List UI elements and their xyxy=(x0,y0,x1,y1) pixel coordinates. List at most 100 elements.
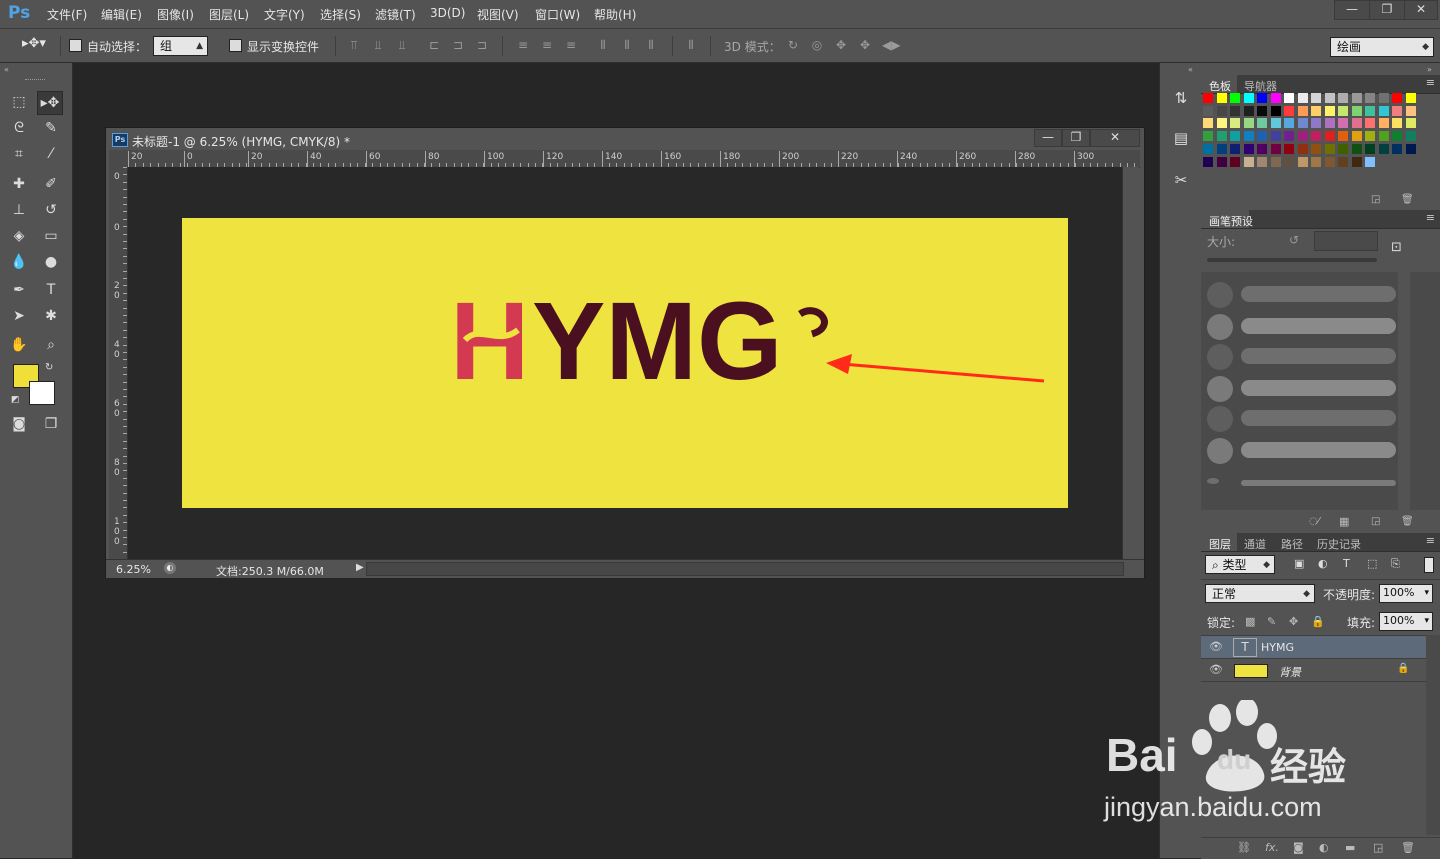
lock-position-icon[interactable]: ✥ xyxy=(1289,615,1298,628)
brush-preset-item[interactable] xyxy=(1207,340,1397,370)
panel-menu-icon[interactable]: ≡ xyxy=(1426,534,1435,547)
tab-navigator[interactable]: 导航器 xyxy=(1244,78,1277,94)
blur-tool-icon[interactable]: 💧 xyxy=(7,251,31,273)
color-swatch[interactable] xyxy=(1351,143,1362,154)
menu-layer[interactable]: 图层(L) xyxy=(209,6,249,23)
hand-tool-icon[interactable]: ✋ xyxy=(7,334,31,356)
horizontal-ruler[interactable]: 20 0 20 40 60 80 100 120 140 160 180 200 220 240 260 28… xyxy=(128,150,1140,168)
adjustments-panel-icon[interactable]: ⇅ xyxy=(1168,87,1194,109)
chevron-down-icon[interactable]: ▾ xyxy=(1424,585,1429,601)
distribute-bottom-icon[interactable]: ≡ xyxy=(564,38,578,52)
align-vcenter-icon[interactable]: ⫫ xyxy=(371,38,385,52)
brush-size-input[interactable] xyxy=(1314,231,1378,251)
screen-mode-icon[interactable]: ❐ xyxy=(39,413,63,435)
vertical-scrollbar[interactable] xyxy=(1122,167,1139,559)
color-swatch[interactable] xyxy=(1270,143,1281,154)
healing-tool-icon[interactable]: ✚ xyxy=(7,173,31,195)
color-swatch[interactable] xyxy=(1324,143,1335,154)
color-swatch[interactable] xyxy=(1311,156,1321,167)
tab-brush-presets[interactable]: 画笔预设 xyxy=(1209,213,1253,229)
color-swatch[interactable] xyxy=(1365,131,1375,142)
color-swatch[interactable] xyxy=(1257,93,1267,103)
brush-panel-toggle-icon[interactable]: ⊡ xyxy=(1391,240,1402,255)
layer-row-hymg[interactable]: 👁 T HYMG xyxy=(1201,636,1426,659)
brush-list-scrollbar[interactable] xyxy=(1398,272,1410,510)
doc-close-button[interactable]: ✕ xyxy=(1090,129,1140,147)
color-swatch[interactable] xyxy=(1351,156,1362,167)
color-swatch[interactable] xyxy=(1270,118,1281,129)
distribute-vcenter-icon[interactable]: ≡ xyxy=(540,38,554,52)
color-swatch[interactable] xyxy=(1284,156,1294,167)
color-swatch[interactable] xyxy=(1392,143,1402,154)
color-swatch[interactable] xyxy=(1230,143,1240,154)
color-swatch[interactable] xyxy=(1338,118,1348,129)
color-swatch[interactable] xyxy=(1216,131,1227,142)
color-swatch[interactable] xyxy=(1230,156,1240,167)
color-swatch[interactable] xyxy=(1203,156,1213,167)
menu-image[interactable]: 图像(I) xyxy=(157,6,194,23)
color-swatch[interactable] xyxy=(1297,131,1308,142)
shape-tool-icon[interactable]: ✱ xyxy=(39,305,63,327)
zoom-tool-icon[interactable]: ⌕ xyxy=(39,334,63,356)
status-menu-arrow-icon[interactable]: ▶ xyxy=(356,562,364,573)
color-swatch[interactable] xyxy=(1351,118,1362,129)
color-swatch[interactable] xyxy=(1392,105,1402,116)
color-swatch[interactable] xyxy=(1216,143,1227,154)
history-brush-icon[interactable]: ↺ xyxy=(39,199,63,221)
color-swatch[interactable] xyxy=(1203,143,1213,154)
color-swatch[interactable] xyxy=(1284,105,1294,116)
color-swatch[interactable] xyxy=(1365,156,1375,167)
color-swatch[interactable] xyxy=(1257,131,1267,142)
brush-preset-item[interactable] xyxy=(1207,310,1397,340)
mask-icon[interactable]: ◙ xyxy=(1293,841,1304,854)
new-layer-icon[interactable]: ◲ xyxy=(1373,841,1383,854)
color-swatch[interactable] xyxy=(1243,93,1254,103)
filter-toggle[interactable] xyxy=(1424,557,1434,573)
color-swatch[interactable] xyxy=(1351,93,1362,103)
color-swatch[interactable] xyxy=(1338,156,1348,167)
swap-colors-icon[interactable]: ↻ xyxy=(45,362,53,373)
distribute-hcenter-icon[interactable]: ⦀ xyxy=(620,38,634,52)
ruler-origin[interactable] xyxy=(109,150,128,167)
align-top-icon[interactable]: ⫪ xyxy=(347,38,361,52)
stamp-tool-icon[interactable]: ⊥ xyxy=(7,199,31,221)
artboard-canvas[interactable]: H YMG xyxy=(182,218,1068,508)
color-swatch[interactable] xyxy=(1405,105,1416,116)
3d-roll-icon[interactable]: ◎ xyxy=(810,38,824,52)
filter-type-icon[interactable]: T xyxy=(1343,557,1350,570)
close-button[interactable]: ✕ xyxy=(1404,0,1438,20)
brush-grid-icon[interactable]: ▦ xyxy=(1339,515,1349,528)
adjustment-icon[interactable]: ◐ xyxy=(1319,841,1329,854)
color-swatch[interactable] xyxy=(1297,143,1308,154)
color-swatch[interactable] xyxy=(1203,118,1213,129)
horizontal-scrollbar[interactable] xyxy=(366,562,1124,576)
auto-select-checkbox[interactable] xyxy=(69,39,82,52)
color-swatch[interactable] xyxy=(1338,143,1348,154)
color-swatch[interactable] xyxy=(1311,131,1321,142)
blend-mode-dropdown[interactable]: 正常 ◆ xyxy=(1205,584,1315,603)
fill-input[interactable]: 100% ▾ xyxy=(1379,612,1433,631)
fx-icon[interactable]: fx. xyxy=(1265,841,1279,854)
layer-row-background[interactable]: 👁 背景 🔒 xyxy=(1201,659,1426,682)
color-swatch[interactable] xyxy=(1392,93,1402,103)
color-swatch[interactable] xyxy=(1243,143,1254,154)
align-bottom-icon[interactable]: ⫫ xyxy=(395,38,409,52)
brush-size-slider[interactable] xyxy=(1207,258,1377,262)
tab-paths[interactable]: 路径 xyxy=(1281,536,1303,552)
delete-swatch-icon[interactable]: 🗑 xyxy=(1401,194,1414,205)
brush-visibility-icon[interactable]: ◌⁄ xyxy=(1309,516,1319,527)
color-swatch[interactable] xyxy=(1216,93,1227,103)
menu-view[interactable]: 视图(V) xyxy=(477,6,519,23)
color-swatch[interactable] xyxy=(1311,118,1321,129)
eraser-tool-icon[interactable]: ◈ xyxy=(7,225,31,247)
menu-file[interactable]: 文件(F) xyxy=(47,6,87,23)
color-swatch[interactable] xyxy=(1270,131,1281,142)
marquee-tool-icon[interactable]: ⬚ xyxy=(7,91,31,113)
status-info-icon[interactable]: ◐ xyxy=(164,562,176,574)
color-swatch[interactable] xyxy=(1243,131,1254,142)
pen-tool-icon[interactable]: ✒ xyxy=(7,279,31,301)
filter-pixel-icon[interactable]: ▣ xyxy=(1294,557,1304,570)
color-swatch[interactable] xyxy=(1311,105,1321,116)
reset-size-icon[interactable]: ↺ xyxy=(1289,233,1299,247)
collapse-panels-icon[interactable]: » xyxy=(1427,65,1432,74)
